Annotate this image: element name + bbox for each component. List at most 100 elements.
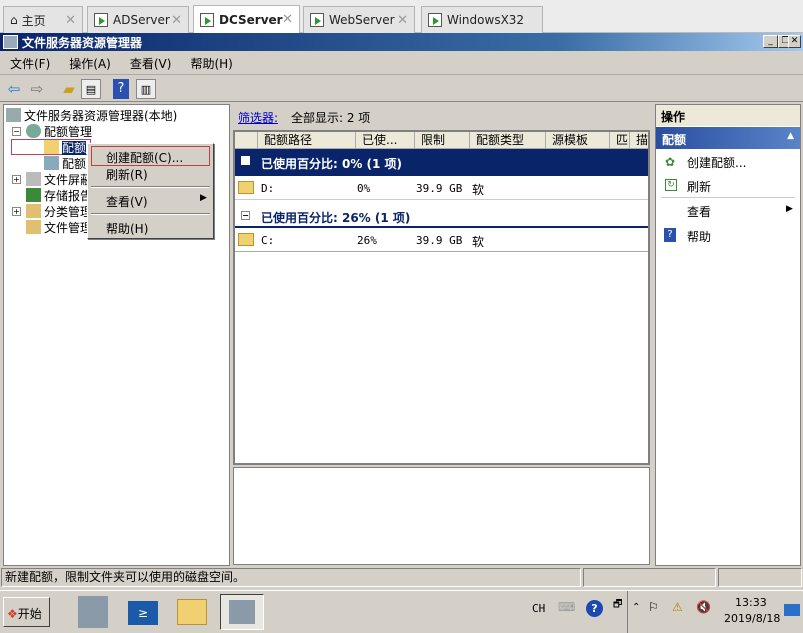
status-bar: 新建配额，限制文件夹可以使用的磁盘空间。 — [0, 568, 803, 588]
system-tray: ⌃ ⚐ ⚠ 🔇 13:33 2019/8/18 — [627, 591, 803, 633]
close-icon[interactable]: ✕ — [397, 13, 408, 28]
actions-section-quota[interactable]: 配额 ▲ — [656, 127, 800, 149]
quota-template-icon — [44, 156, 59, 170]
tab-windowsx32[interactable]: WindowsX32 — [421, 6, 543, 33]
tree-file-screening[interactable]: 文件屏蔽 — [26, 171, 92, 188]
help-icon[interactable]: ? — [586, 600, 603, 617]
tree-quota-templates[interactable]: 配额 — [44, 155, 86, 172]
clock-date[interactable]: 2019/8/18 — [724, 612, 780, 625]
language-indicator[interactable]: CH — [532, 602, 545, 615]
action-refresh[interactable]: 刷新 — [687, 178, 711, 195]
menu-view[interactable]: 查看(V) — [106, 193, 148, 210]
submenu-arrow-icon: ▶ — [200, 193, 207, 203]
minimize-button[interactable]: _ — [763, 35, 778, 48]
status-panel — [583, 568, 716, 587]
group-header[interactable]: 已使用百分比: 0% (1 项) — [235, 149, 648, 176]
tree-quotas[interactable]: 配额 — [44, 139, 87, 156]
close-icon[interactable]: ✕ — [171, 13, 182, 28]
action-center-flag-icon[interactable]: ⚐ — [648, 600, 659, 614]
collapse-icon[interactable] — [241, 156, 250, 165]
menu-help[interactable]: 帮助(H) — [180, 55, 241, 72]
action-create-quota[interactable]: 创建配额... — [687, 154, 746, 171]
up-folder-icon[interactable]: ▰ — [59, 79, 79, 99]
tab-home[interactable]: ⌂ 主页 ✕ — [3, 6, 83, 33]
toolbar: ⇦ ⇨ ▰ ▤ ? ▥ — [0, 76, 803, 102]
filter-bar: 筛选器: 全部显示: 2 项 — [233, 104, 651, 128]
help-icon[interactable]: ? — [113, 79, 129, 99]
collapse-icon[interactable]: − — [12, 127, 21, 136]
network-warning-icon[interactable]: ⚠ — [672, 600, 683, 614]
actions-pane: 操作 配额 ▲ ✿ 创建配额... ↻ 刷新 查看 ▶ ? 帮助 — [655, 104, 801, 566]
status-panel — [718, 568, 802, 587]
file-management-icon — [26, 220, 41, 234]
details-pane — [233, 467, 650, 565]
list-header: 配额路径 已使... 限制 配额类型 源模板 匹 描 — [235, 132, 648, 149]
vm-icon — [310, 13, 324, 27]
close-icon[interactable]: ✕ — [282, 12, 293, 27]
col-match[interactable]: 匹 — [609, 132, 629, 149]
fsrm-taskbar-button[interactable] — [220, 594, 264, 630]
tree-root[interactable]: 文件服务器资源管理器(本地) — [6, 107, 177, 124]
close-icon[interactable]: ✕ — [65, 13, 76, 28]
vm-icon — [200, 12, 214, 27]
create-quota-icon: ✿ — [665, 155, 676, 169]
col-template[interactable]: 源模板 — [545, 132, 609, 149]
expand-icon[interactable]: + — [12, 175, 21, 184]
start-button[interactable]: ❖开始 — [3, 597, 50, 627]
server-manager-taskbar-icon[interactable] — [78, 596, 108, 628]
fsrm-icon — [229, 600, 255, 624]
tab-adserver[interactable]: ADServer ✕ — [87, 6, 189, 33]
show-hide-tree-icon[interactable]: ▤ — [81, 79, 101, 99]
clock-time[interactable]: 13:33 — [735, 596, 767, 609]
help-icon: ? — [664, 228, 676, 242]
collapse-icon[interactable]: − — [241, 211, 250, 220]
forward-icon[interactable]: ⇨ — [27, 79, 47, 99]
expand-icon[interactable]: + — [12, 207, 21, 216]
taskbar: ❖开始 ≥ CH ⌨ ? 🗗 ⌃ ⚐ ⚠ 🔇 13:33 2019/8/18 — [0, 590, 803, 633]
show-desktop-icon[interactable] — [784, 604, 800, 616]
col-type[interactable]: 配额类型 — [469, 132, 545, 149]
col-used[interactable]: 已使... — [355, 132, 414, 149]
group-header[interactable]: − 已使用百分比: 26% (1 项) — [235, 202, 648, 228]
tree-file-management[interactable]: 文件管理 — [26, 219, 92, 236]
tree-storage-reports[interactable]: 存储报告 — [26, 187, 92, 204]
col-path[interactable]: 配额路径 — [257, 132, 355, 149]
separator — [91, 213, 210, 215]
volume-muted-icon[interactable]: 🔇 — [696, 600, 711, 614]
restore-icon[interactable]: 🗗 — [613, 597, 622, 614]
filter-link[interactable]: 筛选器: — [238, 109, 278, 126]
tab-webserver[interactable]: WebServer ✕ — [303, 6, 415, 33]
server-manager-icon — [3, 35, 18, 49]
back-icon[interactable]: ⇦ — [4, 79, 24, 99]
close-button[interactable]: ✕ — [788, 35, 801, 48]
separator — [661, 197, 795, 198]
powershell-icon[interactable]: ≥ — [128, 601, 158, 625]
tree-quota-management[interactable]: 配额管理 — [26, 123, 92, 140]
show-hide-action-pane-icon[interactable]: ▥ — [136, 79, 156, 99]
vm-icon — [428, 13, 442, 27]
menu-view[interactable]: 查看(V) — [120, 55, 181, 72]
keyboard-icon[interactable]: ⌨ — [558, 600, 575, 614]
menu-file[interactable]: 文件(F) — [0, 55, 59, 72]
menu-refresh[interactable]: 刷新(R) — [106, 166, 148, 183]
collapse-up-icon[interactable]: ▲ — [787, 131, 794, 141]
menu-action[interactable]: 操作(A) — [59, 55, 120, 72]
explorer-icon[interactable] — [177, 599, 207, 625]
menu-help[interactable]: 帮助(H) — [106, 220, 148, 237]
tab-dcserver[interactable]: DCServer ✕ — [193, 5, 300, 33]
table-row[interactable]: D: 0% 39.9 GB 软 — [235, 177, 648, 200]
action-help[interactable]: 帮助 — [687, 228, 711, 245]
quota-management-icon — [26, 124, 41, 138]
table-row[interactable]: C: 26% 39.9 GB 软 — [235, 229, 648, 252]
tab-bar: ⌂ 主页 ✕ ADServer ✕ DCServer ✕ WebServer ✕ Wind… — [0, 0, 803, 33]
tree-classification[interactable]: 分类管理 — [26, 203, 92, 220]
refresh-icon: ↻ — [665, 179, 677, 191]
show-hidden-icons[interactable]: ⌃ — [632, 602, 640, 613]
action-view[interactable]: 查看 — [687, 203, 711, 220]
menu-bar: 文件(F) 操作(A) 查看(V) 帮助(H) — [0, 52, 803, 75]
separator — [91, 186, 210, 188]
col-desc[interactable]: 描 — [629, 132, 648, 149]
menu-create-quota[interactable]: 创建配额(C)... — [106, 149, 183, 166]
filter-summary: 全部显示: 2 项 — [291, 111, 371, 125]
col-limit[interactable]: 限制 — [414, 132, 469, 149]
